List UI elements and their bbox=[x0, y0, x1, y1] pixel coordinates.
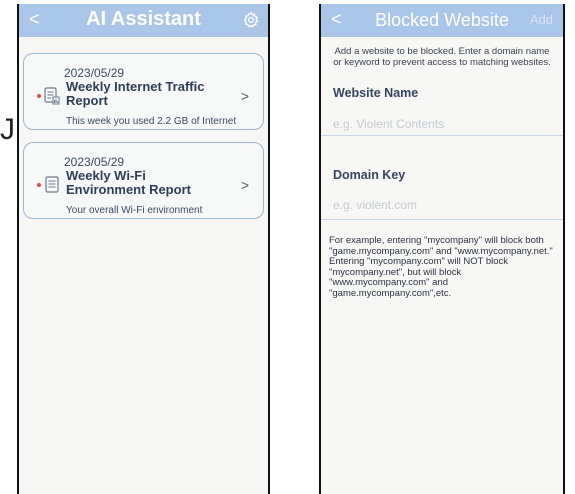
chevron-right-icon: > bbox=[240, 88, 249, 104]
page-title: Blocked Website bbox=[375, 10, 509, 30]
report-date: 2023/05/29 bbox=[64, 66, 125, 80]
blocked-website-screen: < Blocked Website Add Add a website to b… bbox=[319, 4, 565, 494]
website-name-label: Website Name bbox=[333, 86, 419, 100]
gear-icon[interactable] bbox=[242, 11, 260, 29]
header-bar: < Blocked Website Add bbox=[321, 4, 563, 37]
domain-key-input[interactable] bbox=[333, 194, 551, 216]
add-button[interactable]: Add bbox=[530, 12, 553, 27]
unread-dot-icon bbox=[37, 183, 41, 187]
domain-key-label: Domain Key bbox=[333, 168, 406, 182]
unread-dot-icon bbox=[37, 94, 41, 98]
document-icon bbox=[45, 176, 59, 193]
report-preview: This week you used 2.2 GB of Internet bbox=[66, 116, 237, 127]
header-bar: < AI Assistant bbox=[19, 4, 268, 37]
instruction-text: Add a website to be blocked. Enter a dom… bbox=[333, 46, 551, 68]
page-title: AI Assistant bbox=[86, 8, 201, 30]
report-title: Weekly Internet Traffic Report bbox=[66, 79, 205, 108]
edge-glyph: J bbox=[0, 113, 14, 146]
ai-assistant-screen: < AI Assistant 2023/05/29 Weekly Interne… bbox=[17, 4, 270, 494]
example-description: For example, entering "mycompany" will b… bbox=[329, 235, 553, 299]
report-chart-icon bbox=[44, 87, 60, 105]
report-preview: Your overall Wi-Fi environment bbox=[66, 205, 203, 216]
report-card-wifi-environment[interactable]: 2023/05/29 Weekly Wi-Fi Environment Repo… bbox=[23, 142, 264, 219]
report-title: Weekly Wi-Fi Environment Report bbox=[66, 168, 191, 197]
report-card-internet-traffic[interactable]: 2023/05/29 Weekly Internet Traffic Repor… bbox=[23, 53, 264, 130]
website-name-input[interactable] bbox=[333, 113, 551, 135]
divider bbox=[321, 135, 563, 136]
chevron-right-icon: > bbox=[240, 177, 249, 193]
report-date: 2023/05/29 bbox=[64, 155, 125, 169]
divider bbox=[321, 219, 563, 220]
